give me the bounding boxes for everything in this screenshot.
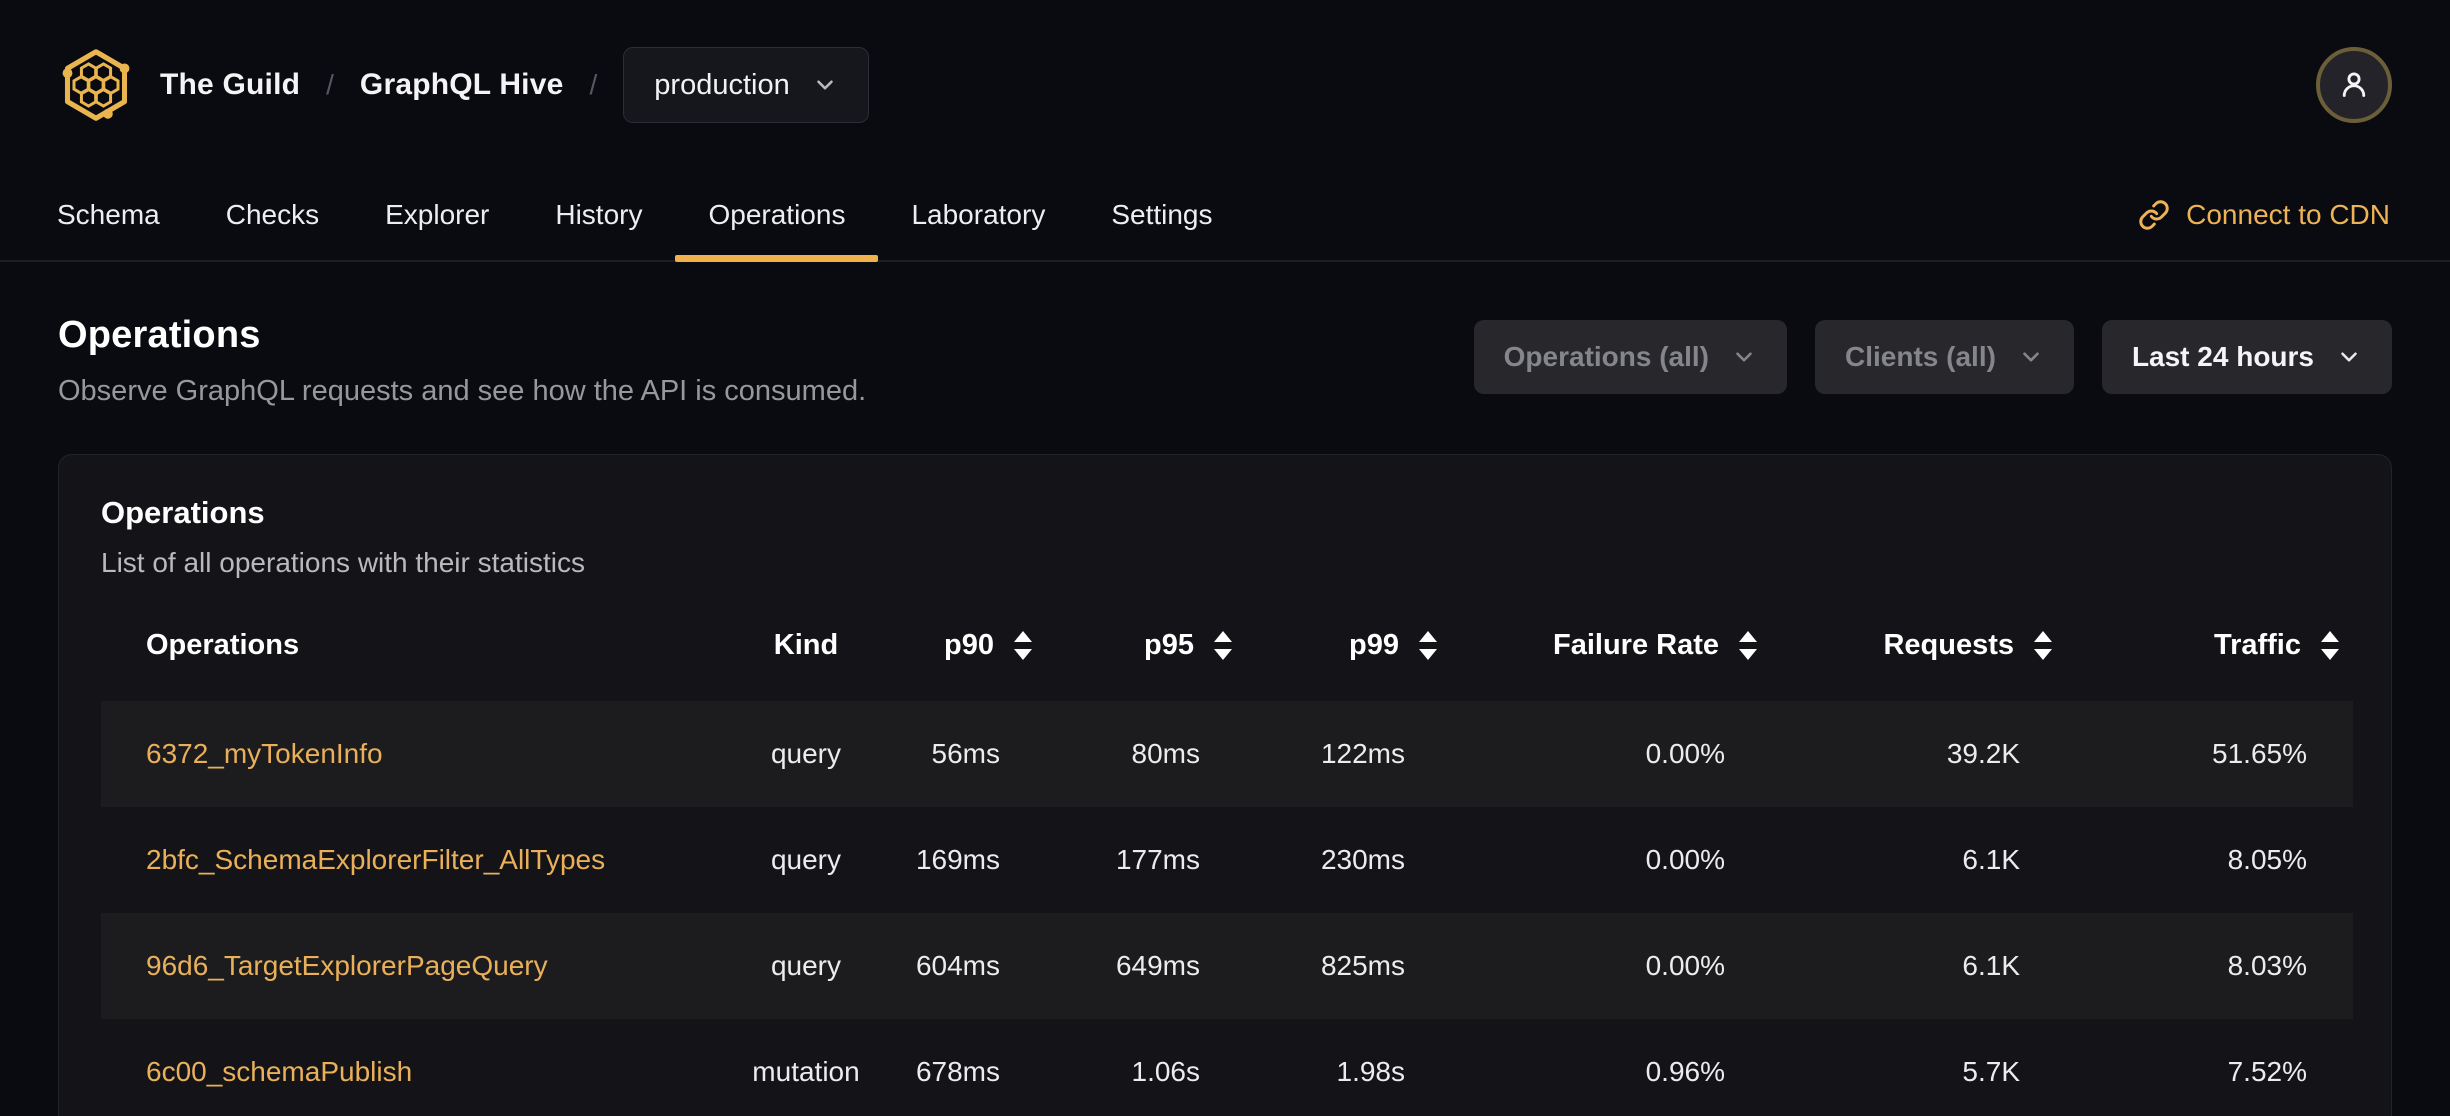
p90-cell: 169ms bbox=[915, 844, 1000, 875]
operations-card: Operations List of all operations with t… bbox=[58, 454, 2392, 1116]
target-select[interactable]: production bbox=[623, 47, 869, 123]
p99-cell: 1.98s bbox=[1336, 1056, 1406, 1087]
requests-cell: 5.7K bbox=[1962, 1056, 2020, 1087]
tab-history[interactable]: History bbox=[522, 170, 675, 260]
hive-logo-icon bbox=[58, 46, 134, 124]
column-header-kind: Kind bbox=[773, 628, 839, 661]
card-title: Operations bbox=[101, 495, 265, 530]
operation-link[interactable]: 2bfc_SchemaExplorerFilter_AllTypes bbox=[146, 844, 605, 875]
sort-arrows-icon[interactable] bbox=[1739, 630, 1757, 660]
top-header: The Guild / GraphQL Hive / production bbox=[0, 0, 2450, 170]
breadcrumb-separator: / bbox=[589, 69, 598, 100]
table-row: 2bfc_SchemaExplorerFilter_AllTypes query… bbox=[101, 807, 2353, 913]
column-header-failure-rate: Failure Rate bbox=[1451, 589, 1771, 701]
traffic-cell: 7.52% bbox=[2227, 1056, 2307, 1087]
traffic-cell: 8.05% bbox=[2227, 844, 2307, 875]
p95-cell: 80ms bbox=[1131, 738, 1200, 769]
column-header-operations: Operations bbox=[146, 628, 300, 661]
tab-explorer[interactable]: Explorer bbox=[352, 170, 522, 260]
nav-tabs: Schema Checks Explorer History Operation… bbox=[24, 170, 1246, 262]
chevron-down-icon bbox=[816, 80, 833, 90]
kind-cell: mutation bbox=[752, 1056, 860, 1087]
breadcrumb: The Guild / GraphQL Hive / production bbox=[58, 46, 869, 124]
operation-link[interactable]: 6c00_schemaPublish bbox=[146, 1056, 412, 1087]
p90-cell: 604ms bbox=[915, 950, 1000, 981]
filters: Operations (all) Clients (all) Last 24 h… bbox=[1473, 314, 2392, 394]
tab-operations[interactable]: Operations bbox=[675, 170, 879, 262]
table-row: 6c00_schemaPublish mutation 678ms 1.06s … bbox=[101, 1019, 2353, 1116]
operations-filter-dropdown[interactable]: Operations (all) bbox=[1473, 320, 1788, 394]
user-avatar-icon bbox=[2342, 72, 2366, 97]
breadcrumb-org[interactable]: The Guild bbox=[160, 68, 300, 102]
user-menu-button[interactable] bbox=[2316, 47, 2392, 123]
sort-arrows-icon[interactable] bbox=[1419, 630, 1437, 660]
operation-link[interactable]: 6372_myTokenInfo bbox=[146, 738, 383, 769]
connect-to-cdn-link[interactable]: Connect to CDN bbox=[2102, 170, 2426, 260]
clients-filter-dropdown[interactable]: Clients (all) bbox=[1815, 320, 2074, 394]
chevron-down-icon bbox=[2023, 352, 2039, 362]
period-filter-dropdown[interactable]: Last 24 hours bbox=[2101, 320, 2392, 394]
table-row: 6372_myTokenInfo query 56ms 80ms 122ms 0… bbox=[101, 701, 2353, 807]
kind-cell: query bbox=[770, 844, 842, 875]
failure-rate-cell: 0.00% bbox=[1645, 844, 1725, 875]
p90-cell: 56ms bbox=[931, 738, 1000, 769]
tab-checks[interactable]: Checks bbox=[193, 170, 352, 260]
clients-filter-label: Clients (all) bbox=[1845, 341, 1996, 372]
table-header-row: Operations Kind p90 p95 p99 Failure Rate… bbox=[101, 589, 2353, 701]
failure-rate-cell: 0.96% bbox=[1645, 1056, 1725, 1087]
page-subtitle: Observe GraphQL requests and see how the… bbox=[58, 375, 867, 407]
target-select-value: production bbox=[654, 68, 790, 101]
p99-cell: 230ms bbox=[1320, 844, 1405, 875]
operations-table: Operations Kind p90 p95 p99 Failure Rate… bbox=[101, 589, 2353, 1116]
operation-link[interactable]: 96d6_TargetExplorerPageQuery bbox=[146, 950, 548, 981]
column-header-traffic: Traffic bbox=[2066, 589, 2353, 701]
column-header-p90: p90 bbox=[871, 589, 1046, 701]
requests-cell: 39.2K bbox=[1946, 738, 2020, 769]
column-header-p95: p95 bbox=[1046, 589, 1246, 701]
tab-schema[interactable]: Schema bbox=[24, 170, 193, 260]
target-nav: Schema Checks Explorer History Operation… bbox=[0, 170, 2450, 262]
breadcrumb-separator: / bbox=[326, 69, 334, 100]
p95-cell: 177ms bbox=[1115, 844, 1200, 875]
p95-cell: 1.06s bbox=[1131, 1056, 1201, 1087]
sort-arrows-icon[interactable] bbox=[2034, 630, 2052, 660]
kind-cell: query bbox=[770, 950, 842, 981]
traffic-cell: 8.03% bbox=[2227, 950, 2307, 981]
chevron-down-icon bbox=[2341, 352, 2357, 362]
requests-cell: 6.1K bbox=[1962, 844, 2020, 875]
page-head: Operations Observe GraphQL requests and … bbox=[0, 262, 2450, 408]
breadcrumb-project[interactable]: GraphQL Hive bbox=[360, 68, 564, 102]
column-header-requests: Requests bbox=[1771, 589, 2066, 701]
page-head-text: Operations Observe GraphQL requests and … bbox=[58, 314, 866, 408]
failure-rate-cell: 0.00% bbox=[1645, 950, 1725, 981]
requests-cell: 6.1K bbox=[1962, 950, 2020, 981]
p95-cell: 649ms bbox=[1115, 950, 1200, 981]
sort-arrows-icon[interactable] bbox=[1014, 630, 1032, 660]
table-row: 96d6_TargetExplorerPageQuery query 604ms… bbox=[101, 913, 2353, 1019]
column-header-p99: p99 bbox=[1246, 589, 1451, 701]
sort-arrows-icon[interactable] bbox=[2321, 630, 2339, 660]
page-title: Operations bbox=[58, 314, 261, 356]
tab-laboratory[interactable]: Laboratory bbox=[878, 170, 1078, 260]
traffic-cell: 51.65% bbox=[2212, 738, 2307, 769]
chevron-down-icon bbox=[1736, 352, 1752, 362]
kind-cell: query bbox=[770, 738, 842, 769]
sort-arrows-icon[interactable] bbox=[1214, 630, 1232, 660]
period-filter-label: Last 24 hours bbox=[2131, 341, 2314, 372]
failure-rate-cell: 0.00% bbox=[1645, 738, 1725, 769]
link-icon bbox=[2139, 200, 2169, 230]
connect-to-cdn-label: Connect to CDN bbox=[2186, 199, 2390, 230]
card-subtitle: List of all operations with their statis… bbox=[101, 547, 585, 578]
p99-cell: 122ms bbox=[1320, 738, 1405, 769]
p90-cell: 678ms bbox=[915, 1056, 1000, 1087]
p99-cell: 825ms bbox=[1320, 950, 1405, 981]
tab-settings[interactable]: Settings bbox=[1078, 170, 1245, 260]
operations-filter-label: Operations (all) bbox=[1503, 341, 1710, 372]
